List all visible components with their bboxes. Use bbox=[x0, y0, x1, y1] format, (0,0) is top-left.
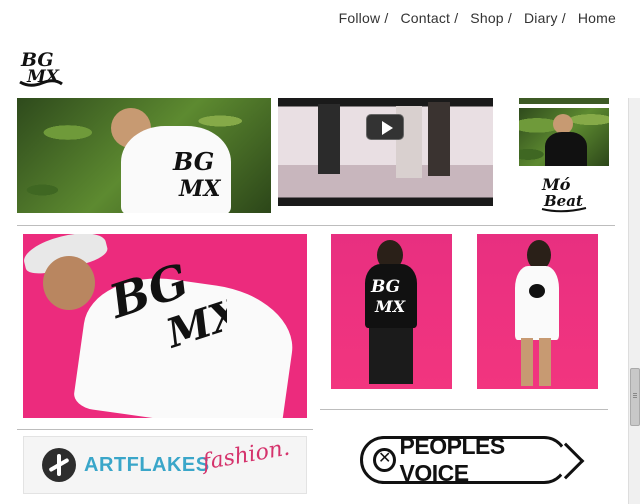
nav-follow-link[interactable]: Follow / bbox=[339, 10, 389, 26]
artflakes-asterisk-icon bbox=[42, 448, 76, 482]
svg-text:MX: MX bbox=[374, 297, 406, 316]
video-player[interactable] bbox=[278, 98, 493, 206]
studio-figure bbox=[318, 104, 340, 174]
top-nav: Follow / Contact / Shop / Diary / Home bbox=[339, 10, 616, 26]
nav-shop-link[interactable]: Shop / bbox=[470, 10, 512, 26]
shirt-print-logo: BG MX bbox=[107, 262, 227, 352]
nav-diary-link[interactable]: Diary / bbox=[524, 10, 566, 26]
nav-home-link[interactable]: Home bbox=[578, 10, 616, 26]
model-face bbox=[43, 256, 95, 310]
shirt-print-logo: BG MX bbox=[172, 147, 221, 202]
photo-model-hat-pink[interactable]: BG MX bbox=[23, 234, 307, 418]
shirt-print-logo bbox=[529, 284, 545, 298]
thumb-top-strip[interactable] bbox=[519, 98, 609, 104]
scrollbar-thumb[interactable] bbox=[630, 368, 640, 426]
artflakes-banner[interactable]: ARTFLAKES fashion. bbox=[23, 436, 307, 494]
black-tee bbox=[545, 132, 587, 166]
thumb-model-head bbox=[553, 114, 573, 134]
model-leg bbox=[521, 338, 533, 386]
gallery-viewport[interactable]: BG MX Mó Beat BG MX BG MX ARTFLAKES fash… bbox=[0, 98, 628, 504]
thumb-model-bamboo[interactable] bbox=[519, 108, 609, 166]
svg-text:BG: BG bbox=[172, 147, 214, 176]
peoples-voice-label: PEOPLES VOICE bbox=[399, 433, 506, 486]
artflakes-script-label: fashion. bbox=[200, 436, 292, 476]
bgmix-logo[interactable]: BG MX bbox=[18, 46, 64, 88]
svg-text:Beat: Beat bbox=[543, 192, 583, 210]
peoples-voice-x-icon bbox=[373, 448, 396, 472]
svg-text:MX: MX bbox=[178, 176, 221, 202]
nav-contact-link[interactable]: Contact / bbox=[400, 10, 458, 26]
video-play-button[interactable] bbox=[366, 114, 404, 140]
studio-figure bbox=[428, 102, 450, 176]
row-divider bbox=[320, 409, 608, 410]
peoples-voice-banner[interactable]: PEOPLES VOICE bbox=[360, 433, 585, 486]
row-divider bbox=[17, 225, 615, 226]
artflakes-label: ARTFLAKES bbox=[84, 453, 210, 476]
vertical-scrollbar[interactable] bbox=[628, 98, 640, 504]
black-skirt bbox=[369, 328, 413, 384]
photo-model-bamboo[interactable]: BG MX bbox=[17, 98, 271, 213]
photo-model-front-pink[interactable] bbox=[477, 234, 598, 389]
mobeat-logo[interactable]: Mó Beat bbox=[538, 172, 590, 214]
shirt-print-logo: BG MX bbox=[370, 277, 406, 316]
white-tee bbox=[515, 266, 559, 340]
row-divider bbox=[17, 429, 313, 430]
photo-model-back-pink[interactable]: BG MX bbox=[331, 234, 452, 389]
model-leg bbox=[539, 338, 551, 386]
svg-text:BG: BG bbox=[370, 277, 400, 297]
